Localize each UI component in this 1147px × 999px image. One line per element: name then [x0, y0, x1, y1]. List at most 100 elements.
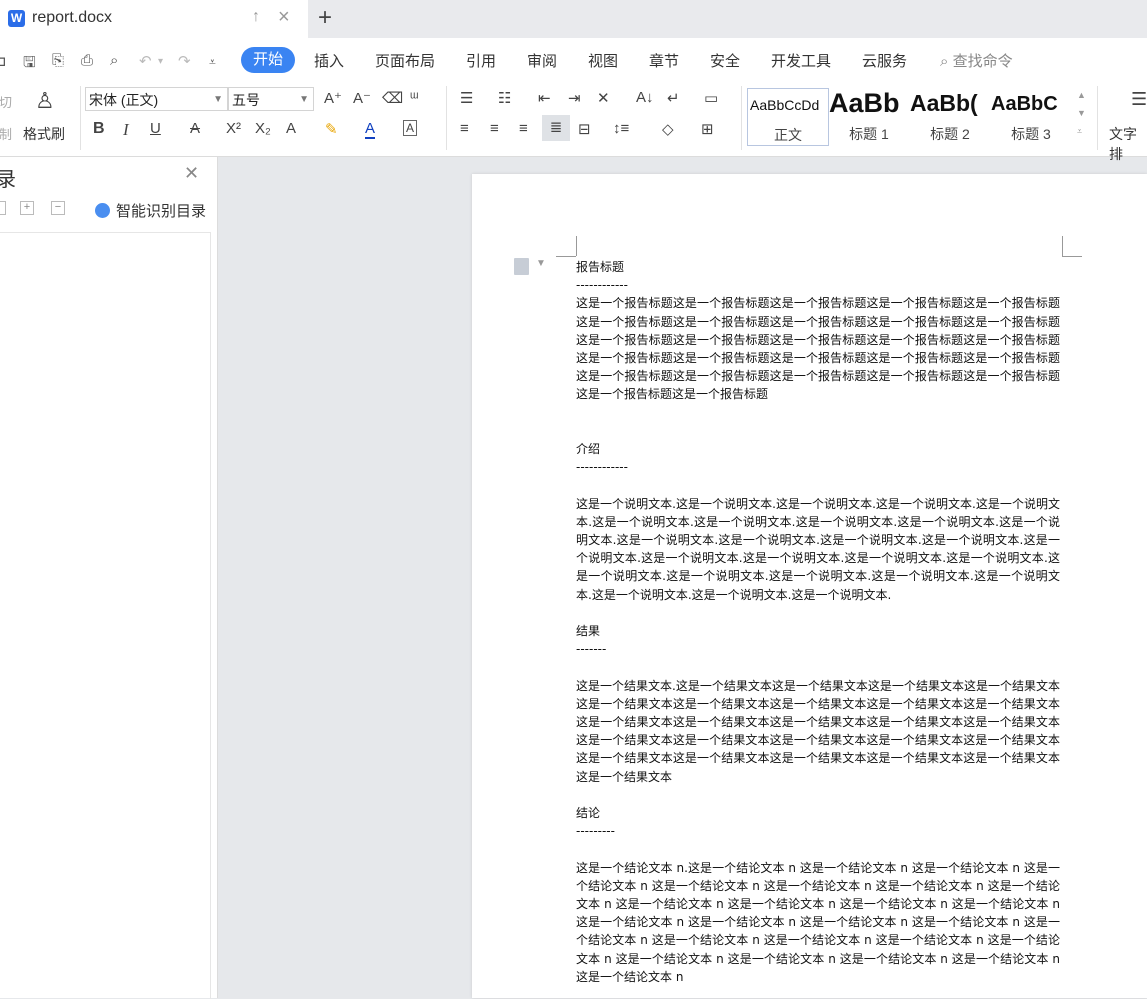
- format-painter-icon[interactable]: ♙: [35, 88, 55, 114]
- open-folder-icon[interactable]: ⊐: [0, 52, 7, 70]
- underline-icon[interactable]: U: [150, 120, 161, 137]
- expand-all-icon[interactable]: +: [20, 201, 34, 215]
- font-size-value: 五号: [232, 92, 260, 108]
- undo-icon[interactable]: ↶: [139, 52, 152, 70]
- heading-results: 结果: [576, 624, 601, 638]
- navigation-pane: 录 ✕ + − 智能识别目录: [0, 157, 218, 999]
- tab-developer-tools[interactable]: 开发工具: [771, 50, 831, 71]
- style-heading-3[interactable]: AaBbC 标题 3: [991, 88, 1071, 144]
- style-more-icon[interactable]: ⩡: [1077, 126, 1082, 137]
- character-border-icon[interactable]: A: [403, 120, 418, 136]
- margin-corner-mark: [1062, 236, 1063, 256]
- paragraph-report: 这是一个报告标题这是一个报告标题这是一个报告标题这是一个报告标题这是一个报告标题…: [576, 296, 1060, 402]
- align-left-icon[interactable]: ≡: [460, 120, 469, 137]
- format-painter-button[interactable]: 格式刷: [23, 124, 65, 144]
- tab-references[interactable]: 引用: [466, 50, 496, 71]
- tab-page-layout[interactable]: 页面布局: [375, 50, 435, 71]
- margin-corner-mark: [556, 256, 576, 257]
- close-tab-icon[interactable]: ×: [278, 6, 290, 29]
- tab-insert[interactable]: 插入: [314, 50, 344, 71]
- superscript-icon[interactable]: X²: [226, 120, 241, 137]
- sort-icon[interactable]: A↓: [636, 89, 654, 106]
- borders-icon[interactable]: ⊞: [701, 120, 714, 138]
- line-spacing-icon[interactable]: ↕≡: [613, 120, 629, 137]
- close-icon[interactable]: ✕: [184, 163, 199, 184]
- style-normal[interactable]: AaBbCcDd 正文: [747, 88, 829, 146]
- tab-cloud-services[interactable]: 云服务: [862, 50, 907, 71]
- align-right-icon[interactable]: ≡: [519, 120, 528, 137]
- style-name: 正文: [774, 127, 802, 143]
- document-tab[interactable]: W report.docx ↑ ×: [0, 0, 308, 38]
- phonetic-guide-icon[interactable]: ᵚ: [410, 89, 419, 106]
- upload-arrow-icon[interactable]: ↑: [252, 8, 260, 26]
- bold-icon[interactable]: B: [93, 120, 105, 138]
- cut-button[interactable]: 切: [0, 92, 12, 111]
- show-paragraph-marks-icon[interactable]: ↵: [667, 89, 680, 107]
- tab-chapter[interactable]: 章节: [649, 50, 679, 71]
- clear-format-icon[interactable]: ⌫: [382, 89, 403, 107]
- collapse-all-icon[interactable]: −: [51, 201, 65, 215]
- nav-pane-title: 录: [0, 169, 16, 191]
- increase-font-icon[interactable]: A⁺: [324, 89, 342, 107]
- paragraph-introduction: 这是一个说明文本.这是一个说明文本.这是一个说明文本.这是一个说明文本.这是一个…: [576, 496, 1060, 602]
- style-name: 标题 3: [1011, 126, 1051, 142]
- search-command-box[interactable]: ⌕ 查找命令: [940, 50, 1013, 71]
- text-layout-icon[interactable]: ☰: [1131, 89, 1147, 110]
- paragraph-handle-icon[interactable]: [514, 258, 529, 275]
- style-sample: AaBb(: [910, 90, 978, 116]
- document-page[interactable]: ▼ 报告标题 ------------ 这是一个报告标题这是一个报告标题这是一个…: [472, 174, 1147, 998]
- copy-button[interactable]: 制: [0, 124, 12, 143]
- print-preview-icon[interactable]: ⌕: [110, 52, 118, 69]
- increase-indent-icon[interactable]: ⇥: [568, 89, 581, 107]
- paragraph-conclusion: 这是一个结论文本 n.这是一个结论文本 n 这是一个结论文本 n 这是一个结论文…: [576, 860, 1060, 984]
- document-body[interactable]: 报告标题 ------------ 这是一个报告标题这是一个报告标题这是一个报告…: [576, 258, 1060, 986]
- chinese-layout-icon[interactable]: ✕: [597, 89, 610, 107]
- numbered-list-icon[interactable]: ☷: [498, 89, 511, 107]
- heading-rule: ------------: [576, 278, 628, 293]
- font-size-select[interactable]: 五号 ▼: [228, 87, 314, 111]
- style-scroll-down-icon[interactable]: ▼: [1077, 108, 1086, 118]
- document-tab-title: report.docx: [32, 9, 113, 26]
- align-center-icon[interactable]: ≡: [490, 120, 499, 137]
- decrease-font-icon[interactable]: A⁻: [353, 89, 371, 107]
- heading-rule: -------: [576, 642, 607, 657]
- chevron-down-icon: ▼: [213, 94, 223, 105]
- font-color-icon[interactable]: A: [365, 120, 376, 139]
- ruler-icon[interactable]: ▭: [704, 89, 718, 107]
- distributed-align-icon[interactable]: ⊟: [578, 120, 591, 138]
- font-name-select[interactable]: 宋体 (正文) ▼: [85, 87, 228, 111]
- heading-conclusion: 结论: [576, 806, 601, 820]
- shading-icon[interactable]: ◇: [662, 120, 674, 138]
- tab-review[interactable]: 审阅: [527, 50, 557, 71]
- ribbon-divider: [446, 86, 447, 150]
- tab-security[interactable]: 安全: [710, 50, 740, 71]
- customize-quick-access-icon[interactable]: ⩡: [209, 55, 216, 70]
- bullet-list-icon[interactable]: ☰: [460, 89, 473, 107]
- new-tab-button[interactable]: +: [318, 4, 332, 32]
- redo-icon[interactable]: ↷: [178, 52, 191, 70]
- justify-icon[interactable]: ≣: [542, 115, 570, 141]
- smart-toc-button[interactable]: 智能识别目录: [95, 200, 206, 221]
- text-layout-button[interactable]: 文字排: [1109, 124, 1147, 164]
- text-effect-icon[interactable]: A: [286, 120, 296, 137]
- italic-icon[interactable]: I: [123, 120, 129, 140]
- heading-rule: ---------: [576, 824, 615, 839]
- decrease-indent-icon[interactable]: ⇤: [538, 89, 551, 107]
- highlight-color-icon[interactable]: ✎: [325, 120, 338, 138]
- tab-start[interactable]: 开始: [241, 47, 295, 73]
- nav-settings-icon[interactable]: [0, 201, 6, 215]
- export-pdf-icon[interactable]: ⎘: [52, 52, 64, 69]
- style-scroll-up-icon[interactable]: ▲: [1077, 90, 1086, 100]
- margin-corner-mark: [1062, 256, 1082, 257]
- tab-view[interactable]: 视图: [588, 50, 618, 71]
- style-sample: AaBb: [829, 88, 900, 118]
- chevron-down-icon[interactable]: ▼: [536, 258, 546, 269]
- subscript-icon[interactable]: X₂: [255, 120, 271, 137]
- strikethrough-icon[interactable]: A: [190, 120, 200, 137]
- print-icon[interactable]: ⎙: [81, 52, 93, 69]
- toc-list[interactable]: [0, 232, 211, 999]
- undo-dropdown-icon[interactable]: ▾: [158, 56, 163, 67]
- style-heading-1[interactable]: AaBb 标题 1: [829, 88, 909, 144]
- style-heading-2[interactable]: AaBb( 标题 2: [910, 88, 990, 144]
- save-icon[interactable]: 🖫: [23, 52, 36, 77]
